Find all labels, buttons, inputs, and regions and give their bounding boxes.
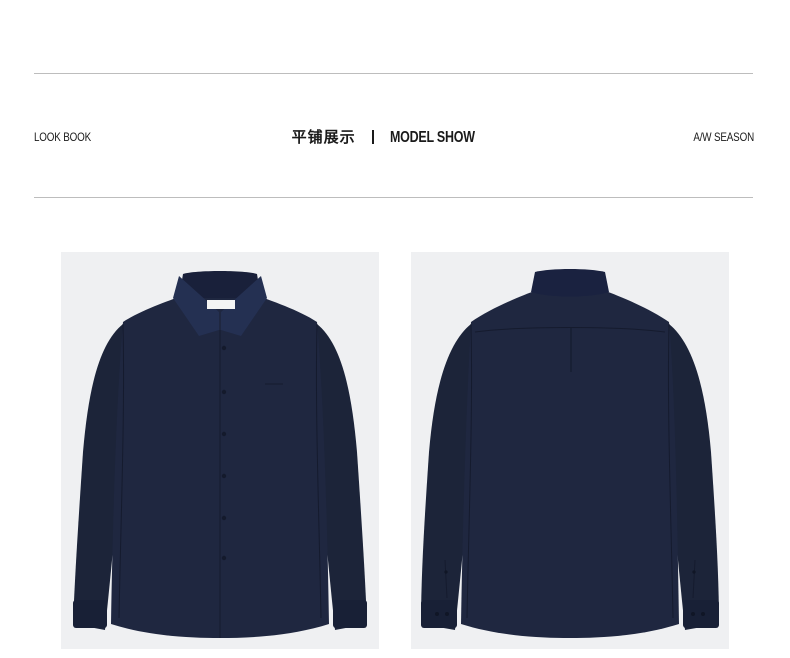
shirt-front-illustration [73,271,367,638]
title-separator [371,130,374,144]
section-title-cn: 平铺展示 [291,128,356,146]
shirt-back-image [411,252,729,649]
shirt-front-image [61,252,379,649]
bottom-divider [34,197,753,198]
section-title-en: MODEL SHOW [389,129,475,146]
season-label: A/W SEASON [693,130,754,144]
section-title: 平铺展示 MODEL SHOW [0,126,790,148]
top-divider [34,73,753,74]
shirt-back-illustration [421,269,719,638]
